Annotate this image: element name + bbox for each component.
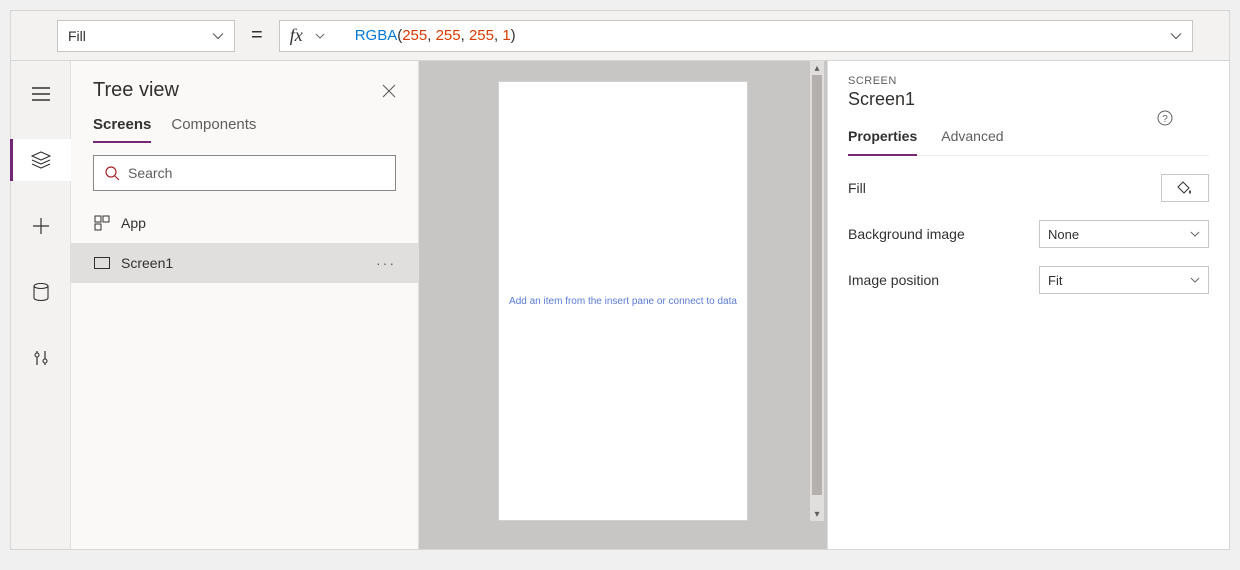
app-icon [93,214,111,232]
chevron-down-icon [315,31,325,41]
expand-formula-icon[interactable] [1170,30,1182,42]
svg-text:?: ? [1162,114,1168,125]
screen-name: Screen1 [848,89,1209,110]
prop-label: Image position [848,272,1039,288]
rail-hamburger[interactable] [11,73,71,115]
background-image-select[interactable]: None [1039,220,1209,248]
props-tabs: Properties Advanced [848,128,1209,156]
tree-list: App Screen1 ··· [71,199,418,283]
formula-input[interactable]: fx RGBA(255, 255, 255, 1) [279,20,1193,52]
prop-label: Fill [848,180,1161,196]
tree-item-app[interactable]: App [71,203,418,243]
search-input[interactable]: Search [93,155,396,191]
select-value: Fit [1048,273,1062,288]
prop-fill: Fill [848,174,1209,202]
tree-item-label: App [121,215,146,231]
tree-item-screen1[interactable]: Screen1 ··· [71,243,418,283]
canvas-area: Add an item from the insert pane or conn… [419,61,827,549]
tab-properties[interactable]: Properties [848,128,917,156]
app-frame: Fill = fx RGBA(255, 255, 255, 1) [10,10,1230,550]
tree-tabs: Screens Components [71,110,418,143]
prop-background-image: Background image None [848,220,1209,248]
formula-text: RGBA(255, 255, 255, 1) [355,27,516,44]
scroll-thumb[interactable] [812,75,822,495]
property-dropdown[interactable]: Fill [57,20,235,52]
tree-item-label: Screen1 [121,255,173,271]
tab-screens[interactable]: Screens [93,110,151,143]
search-placeholder: Search [128,165,172,181]
tree-view-title: Tree view [93,79,179,102]
search-icon [104,165,120,181]
screen-icon [93,254,111,272]
tree-view-pane: Tree view Screens Components Search [71,61,419,549]
layers-icon [31,151,51,169]
chevron-down-icon [212,30,224,42]
screen-crumb: SCREEN [848,75,1209,87]
fx-icon: fx [290,25,303,46]
vertical-scrollbar[interactable]: ▴ ▾ [810,61,824,521]
scroll-down-icon[interactable]: ▾ [810,507,824,521]
help-icon[interactable]: ? [1157,110,1173,126]
chevron-down-icon [1190,275,1200,285]
prop-label: Background image [848,226,1039,242]
rail-tools[interactable] [11,337,71,379]
rail-data[interactable] [11,271,71,313]
left-rail [11,61,71,549]
more-menu[interactable]: ··· [376,255,396,271]
fill-color-button[interactable] [1161,174,1209,202]
rail-tree-view[interactable] [11,139,71,181]
close-icon[interactable] [382,84,396,98]
scroll-up-icon[interactable]: ▴ [810,61,824,75]
rail-insert[interactable] [11,205,71,247]
hamburger-icon [32,87,50,101]
property-dropdown-value: Fill [68,28,86,44]
canvas-placeholder: Add an item from the insert pane or conn… [499,296,747,307]
tab-advanced[interactable]: Advanced [941,128,1003,155]
prop-image-position: Image position Fit [848,266,1209,294]
image-position-select[interactable]: Fit [1039,266,1209,294]
tab-components[interactable]: Components [171,110,256,143]
plus-icon [33,218,49,234]
select-value: None [1048,227,1079,242]
equals-label: = [247,24,267,47]
paint-bucket-icon [1177,180,1193,196]
database-icon [33,283,49,301]
properties-pane: SCREEN Screen1 ? Properties Advanced Fil… [827,61,1229,549]
formula-bar: Fill = fx RGBA(255, 255, 255, 1) [11,11,1229,61]
tools-icon [33,349,49,367]
chevron-down-icon [1190,229,1200,239]
canvas-screen[interactable]: Add an item from the insert pane or conn… [498,81,748,521]
